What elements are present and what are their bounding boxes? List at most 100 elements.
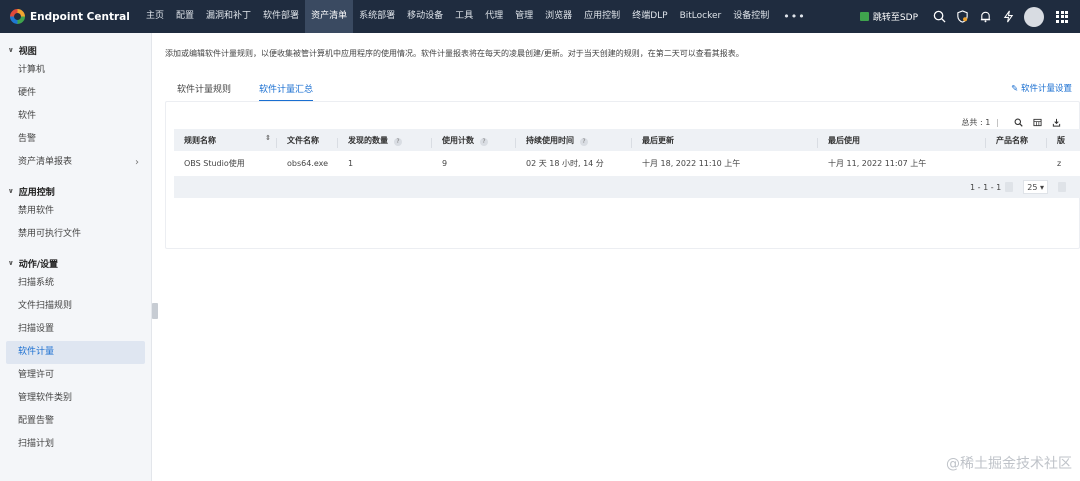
- sidebar-section-title: 视图: [18, 46, 37, 57]
- sidebar-section-app-control[interactable]: ∨ 应用控制: [0, 182, 151, 200]
- column-chooser-icon[interactable]: [1033, 118, 1043, 128]
- sidebar-item-prohibited-software[interactable]: 禁用软件: [0, 200, 151, 223]
- page-description: 添加或编辑软件计量规则，以便收集被管计算机中应用程序的使用情况。软件计量报表将在…: [165, 49, 744, 58]
- column-header-found-count[interactable]: 发现的数量?: [338, 135, 432, 148]
- nav-browsers[interactable]: 浏览器: [539, 0, 578, 33]
- endpoint-central-logo-icon: [10, 9, 25, 24]
- sidebar-section-title: 应用控制: [18, 187, 55, 198]
- cell-version: z: [1057, 159, 1062, 168]
- bell-icon[interactable]: [978, 10, 992, 24]
- column-header-file-name[interactable]: 文件名称: [277, 135, 338, 148]
- metering-summary-table: 规则名称 ⇕ 文件名称 发现的数量? 使用计数? 持续使用时间? 最后更新 最后…: [174, 129, 1080, 198]
- nav-app-control[interactable]: 应用控制: [578, 0, 626, 33]
- nav-home[interactable]: 主页: [140, 0, 170, 33]
- help-icon[interactable]: ?: [394, 137, 402, 146]
- top-navbar: Endpoint Central 主页 配置 漏洞和补丁 软件部署 资产清单 系…: [0, 0, 1080, 33]
- chevron-down-icon: ∨: [8, 259, 14, 267]
- sidebar-item-label: 资产清单报表: [18, 157, 73, 167]
- nav-config[interactable]: 配置: [170, 0, 200, 33]
- sidebar-item-alerts[interactable]: 告警: [0, 128, 151, 151]
- nav-bitlocker[interactable]: BitLocker: [674, 0, 728, 33]
- column-header-last-used[interactable]: 最后使用: [818, 135, 986, 148]
- nav-device-control[interactable]: 设备控制: [727, 0, 775, 33]
- page-size-select[interactable]: 25 ▾: [1023, 180, 1048, 194]
- sidebar-collapse-handle[interactable]: [152, 303, 158, 319]
- sidebar: ∨ 视图 计算机 硬件 软件 告警 资产清单报表 › ∨ 应用控制 禁用软件 禁…: [0, 33, 152, 481]
- sidebar-item-prohibited-executables[interactable]: 禁用可执行文件: [0, 223, 151, 246]
- main-nav: 主页 配置 漏洞和补丁 软件部署 资产清单 系统部署 移动设备 工具 代理 管理…: [140, 0, 814, 33]
- software-metering-settings-link[interactable]: ✎ 软件计量设置: [1011, 82, 1072, 94]
- prev-page-button[interactable]: [1005, 182, 1014, 192]
- cell-last-used: 十月 11, 2022 11:07 上午: [828, 159, 927, 168]
- column-header-label: 发现的数量: [348, 135, 388, 145]
- nav-agent[interactable]: 代理: [479, 0, 509, 33]
- column-header-label: 持续使用时间: [526, 135, 574, 145]
- cell-duration: 02 天 18 小时, 14 分: [526, 159, 604, 168]
- sidebar-item-scan-settings[interactable]: 扫描设置: [0, 318, 151, 341]
- cell-last-updated: 十月 18, 2022 11:10 上午: [642, 159, 741, 168]
- sdp-link-label: 跳转至SDP: [872, 13, 918, 23]
- pagination-bar: 1 - 1 - 1 25 ▾: [174, 176, 1080, 198]
- sidebar-item-scan-schedule[interactable]: 扫描计划: [0, 433, 151, 456]
- column-header-duration[interactable]: 持续使用时间?: [516, 135, 632, 148]
- sort-icon[interactable]: ⇕: [265, 134, 271, 142]
- column-header-label: 规则名称: [184, 135, 216, 145]
- tab-metering-summary[interactable]: 软件计量汇总: [259, 82, 314, 102]
- user-avatar[interactable]: [1024, 6, 1044, 27]
- nav-inventory[interactable]: 资产清单: [305, 0, 354, 33]
- sdp-icon: [859, 12, 869, 21]
- nav-dlp[interactable]: 终端DLP: [626, 0, 673, 33]
- nav-admin[interactable]: 管理: [509, 0, 539, 33]
- brand-name: Endpoint Central: [30, 10, 130, 23]
- sidebar-section-views[interactable]: ∨ 视图: [0, 41, 151, 59]
- shield-icon[interactable]: [955, 10, 969, 24]
- nav-os-deploy[interactable]: 系统部署: [353, 0, 401, 33]
- next-page-button[interactable]: [1058, 182, 1066, 192]
- sidebar-item-inventory-reports[interactable]: 资产清单报表 ›: [0, 151, 151, 174]
- sidebar-item-file-scan-rules[interactable]: 文件扫描规则: [0, 295, 151, 318]
- sdp-link[interactable]: 跳转至SDP: [859, 10, 918, 23]
- chevron-right-icon: ›: [135, 157, 139, 168]
- total-count: 总共 : 1: [961, 118, 991, 127]
- sidebar-item-manage-software-categories[interactable]: 管理软件类别: [0, 387, 151, 410]
- column-header-product-name[interactable]: 产品名称: [986, 135, 1047, 148]
- cell-found-count: 1: [348, 159, 354, 168]
- column-header-label: 使用计数: [442, 135, 474, 145]
- nav-mobile[interactable]: 移动设备: [401, 0, 449, 33]
- cell-file-name: obs64.exe: [287, 159, 329, 168]
- column-header-rule-name[interactable]: 规则名称 ⇕: [174, 134, 277, 148]
- nav-patch[interactable]: 漏洞和补丁: [200, 0, 257, 33]
- sidebar-section-title: 动作/设置: [18, 259, 58, 270]
- sidebar-item-software[interactable]: 软件: [0, 105, 151, 128]
- app-grid-icon[interactable]: [1056, 10, 1068, 23]
- export-icon[interactable]: [1052, 118, 1062, 128]
- watermark: @稀土掘金技术社区: [946, 456, 1072, 472]
- lightning-icon[interactable]: [1001, 10, 1015, 24]
- search-icon[interactable]: [1014, 118, 1024, 128]
- nav-tools[interactable]: 工具: [449, 0, 479, 33]
- column-header-usage-count[interactable]: 使用计数?: [432, 135, 516, 148]
- sidebar-item-configure-alerts[interactable]: 配置告警: [0, 410, 151, 433]
- cell-rule-name: OBS Studio使用: [184, 159, 245, 168]
- nav-software-deploy[interactable]: 软件部署: [257, 0, 305, 33]
- toolbar-divider: |: [996, 118, 999, 127]
- sidebar-item-manage-licenses[interactable]: 管理许可: [0, 364, 151, 387]
- nav-more-button[interactable]: •••: [775, 0, 813, 33]
- cell-usage-count: 9: [442, 159, 448, 168]
- tab-metering-rules[interactable]: 软件计量规则: [177, 82, 231, 102]
- search-icon[interactable]: [932, 10, 946, 24]
- sidebar-item-computers[interactable]: 计算机: [0, 59, 151, 82]
- help-icon[interactable]: ?: [480, 137, 488, 146]
- help-icon[interactable]: ?: [580, 137, 588, 146]
- table-row[interactable]: OBS Studio使用 obs64.exe 1 9 02 天 18 小时, 1…: [174, 151, 1080, 176]
- column-header-last-updated[interactable]: 最后更新: [632, 135, 818, 148]
- chevron-down-icon: ∨: [8, 46, 14, 54]
- sidebar-item-hardware[interactable]: 硬件: [0, 82, 151, 105]
- chevron-down-icon: ∨: [8, 187, 14, 195]
- sidebar-section-actions-settings[interactable]: ∨ 动作/设置: [0, 254, 151, 272]
- sidebar-item-software-metering[interactable]: 软件计量: [6, 341, 145, 364]
- sidebar-item-scan-systems[interactable]: 扫描系统: [0, 272, 151, 295]
- brand[interactable]: Endpoint Central: [0, 9, 140, 24]
- table-header: 规则名称 ⇕ 文件名称 发现的数量? 使用计数? 持续使用时间? 最后更新 最后…: [174, 129, 1080, 151]
- column-header-version[interactable]: 版: [1047, 135, 1067, 146]
